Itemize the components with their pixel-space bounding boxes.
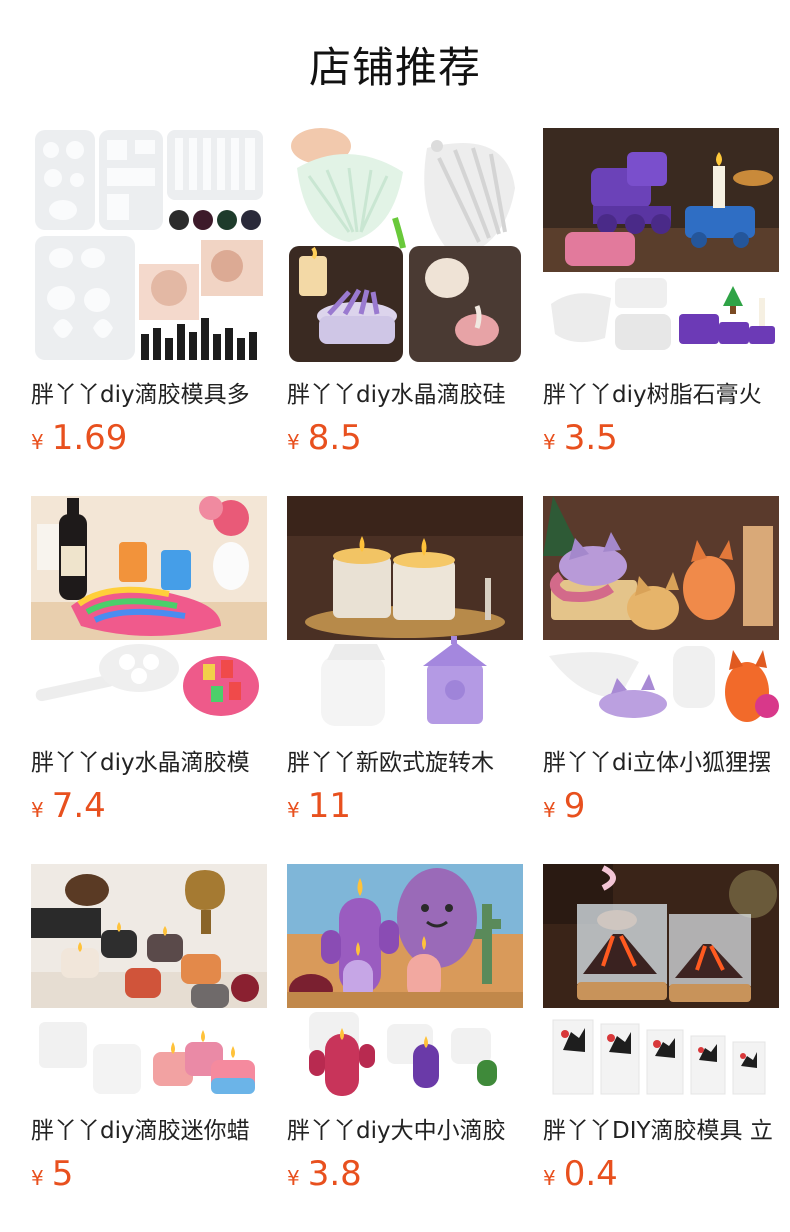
product-card[interactable]: 胖丫丫DIY滴胶模具 立 ¥0.4 (543, 864, 779, 1232)
product-card[interactable]: 胖丫丫diy大中小滴胶 ¥3.8 (287, 864, 523, 1232)
product-name[interactable]: 胖丫丫DIY滴胶模具 立 (543, 1114, 779, 1148)
carousel-holder-image (287, 496, 523, 732)
price-amount: 3.8 (307, 1154, 362, 1194)
store-recommendations-page: 店铺推荐 胖丫丫diy滴胶模具多 ¥ 1.69 胖丫丫diy水晶滴胶硅 ¥ 8.… (0, 0, 790, 1232)
price-amount: 8.5 (307, 418, 362, 458)
price-amount: 9 (563, 786, 586, 826)
assorted-molds-image (31, 128, 267, 364)
currency-symbol: ¥ (31, 798, 44, 822)
product-price: ¥0.4 (543, 1154, 618, 1194)
product-card[interactable]: 胖丫丫diy水晶滴胶模 ¥7.4 (31, 496, 267, 864)
product-price: ¥3.5 (543, 418, 618, 458)
product-price: ¥7.4 (31, 786, 106, 826)
product-price: ¥1.69 (31, 418, 127, 458)
product-name[interactable]: 胖丫丫diy树脂石膏火 (543, 378, 779, 412)
product-card[interactable]: 胖丫丫diy滴胶迷你蜡 ¥5 (31, 864, 267, 1232)
product-image[interactable] (287, 864, 523, 1100)
price-amount: 5 (51, 1154, 74, 1194)
product-grid: 胖丫丫diy滴胶模具多 ¥1.69 胖丫丫diy水晶滴胶硅 ¥ 8.5 胖丫丫d… (31, 128, 790, 1232)
currency-symbol: ¥ (543, 430, 556, 454)
product-card[interactable]: 胖丫丫新欧式旋转木 ¥11 (287, 496, 523, 864)
product-name[interactable]: 胖丫丫di立体小狐狸摆 (543, 746, 779, 780)
price-amount: 7.4 (51, 786, 106, 826)
product-name[interactable]: 胖丫丫diy水晶滴胶硅 (287, 378, 523, 412)
product-price: ¥8.5 (287, 418, 362, 458)
price-amount: 3.5 (563, 418, 618, 458)
currency-symbol: ¥ (287, 798, 300, 822)
product-name[interactable]: 胖丫丫diy水晶滴胶模 (31, 746, 267, 780)
product-image[interactable] (31, 496, 267, 732)
section-title: 店铺推荐 (308, 43, 481, 92)
product-name[interactable]: 胖丫丫新欧式旋转木 (287, 746, 523, 780)
product-image[interactable] (543, 864, 779, 1100)
product-image[interactable] (287, 496, 523, 732)
product-card[interactable]: 胖丫丫di立体小狐狸摆 ¥9 (543, 496, 779, 864)
product-name[interactable]: 胖丫丫diy滴胶迷你蜡 (31, 1114, 267, 1148)
product-price: ¥11 (287, 786, 351, 826)
price-amount: 0.4 (563, 1154, 618, 1194)
cactus-candle-image (287, 864, 523, 1100)
product-price: ¥9 (543, 786, 585, 826)
price-amount: 11 (307, 786, 351, 826)
fox-mold-image (543, 496, 779, 732)
product-image[interactable] (31, 128, 267, 364)
price-amount: 1.69 (51, 418, 128, 458)
currency-symbol: ¥ (31, 430, 44, 454)
volcano-lamp-image (543, 864, 779, 1100)
product-price: ¥3.8 (287, 1154, 362, 1194)
currency-symbol: ¥ (287, 430, 300, 454)
currency-symbol: ¥ (287, 1166, 300, 1190)
product-price: ¥5 (31, 1154, 73, 1194)
product-name[interactable]: 胖丫丫diy滴胶模具多 (31, 378, 267, 412)
product-name[interactable]: 胖丫丫diy大中小滴胶 (287, 1114, 523, 1148)
product-card[interactable]: 胖丫丫diy树脂石膏火 ¥3.5 (543, 128, 779, 496)
product-image[interactable] (543, 496, 779, 732)
mini-cube-candle-image (31, 864, 267, 1100)
product-image[interactable] (31, 864, 267, 1100)
train-mold-image (543, 128, 779, 364)
currency-symbol: ¥ (543, 1166, 556, 1190)
product-card[interactable]: 胖丫丫diy水晶滴胶硅 ¥8.5 (287, 128, 523, 496)
currency-symbol: ¥ (543, 798, 556, 822)
product-card[interactable]: 胖丫丫diy滴胶模具多 ¥1.69 (31, 128, 267, 496)
product-image[interactable] (287, 128, 523, 364)
currency-symbol: ¥ (31, 1166, 44, 1190)
shell-cup-mold-image (287, 128, 523, 364)
rainbow-tray-image (31, 496, 267, 732)
product-image[interactable] (543, 128, 779, 364)
